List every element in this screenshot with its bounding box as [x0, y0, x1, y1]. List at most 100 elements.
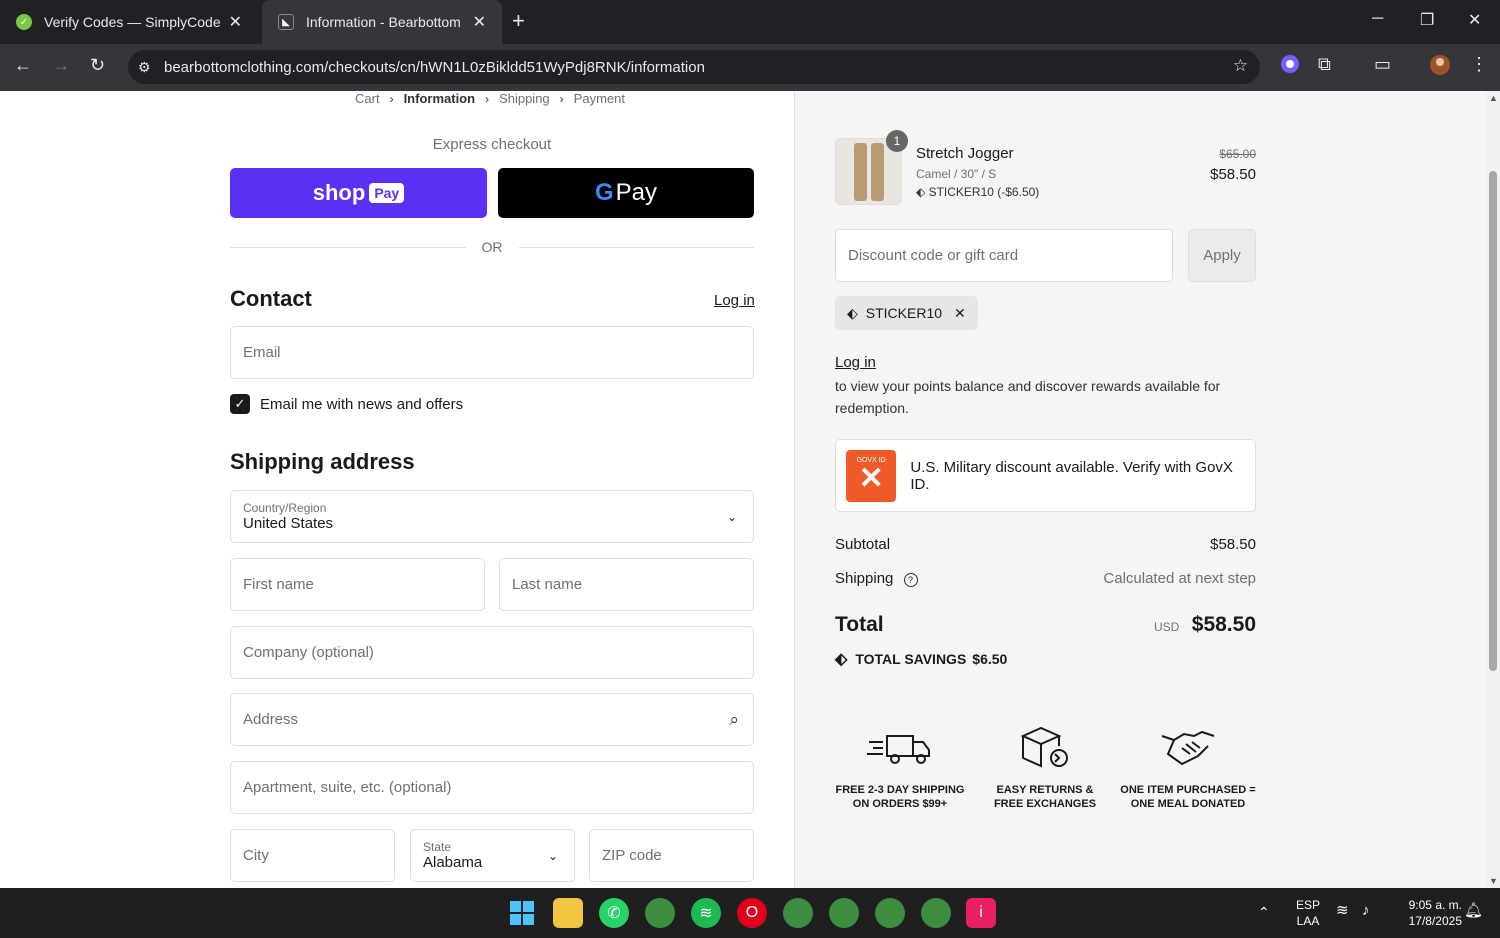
profile-avatar[interactable]: [1429, 54, 1451, 76]
wifi-icon[interactable]: ≋: [1336, 903, 1349, 919]
total-savings: ⬖ TOTAL SAVINGS $6.50: [835, 649, 1007, 669]
window-close-icon[interactable]: ✕: [1468, 10, 1481, 30]
subtotal-value: $58.50: [1210, 536, 1256, 553]
applied-discount-chip: ⬖ STICKER10 ✕: [835, 296, 978, 330]
notification-bell-icon[interactable]: 🔔︎: [1464, 903, 1483, 919]
language-line1: ESP: [1295, 898, 1320, 912]
address-placeholder: Address: [243, 711, 299, 728]
minimize-icon[interactable]: ─: [1372, 10, 1383, 28]
language-indicator[interactable]: ESP LAA: [1292, 897, 1324, 929]
browser-toolbar: ← → ↻ ⚙ bearbottomclothing.com/checkouts…: [0, 44, 1500, 91]
chevron-down-icon: ⌄: [547, 848, 558, 863]
chevron-up-icon[interactable]: ⌃: [1258, 904, 1270, 920]
address-bar[interactable]: ⚙ bearbottomclothing.com/checkouts/cn/hW…: [128, 50, 1260, 84]
question-icon[interactable]: ?: [903, 573, 918, 587]
clock-date: 17/8/2025: [1408, 914, 1462, 928]
newsletter-checkbox-row[interactable]: ✓ Email me with news and offers: [230, 394, 463, 414]
app-icon[interactable]: i: [966, 898, 996, 928]
perk-caption-line2: FREE EXCHANGES: [993, 798, 1097, 810]
subtotal-label: Subtotal: [835, 536, 891, 553]
applied-code: STICKER10: [865, 305, 943, 321]
file-explorer-icon[interactable]: [553, 898, 583, 928]
shop-pay-badge: Pay: [369, 183, 405, 203]
product-discount-text: STICKER10 (-$6.50): [928, 185, 1040, 199]
handshake-icon: [1118, 721, 1258, 775]
address-field[interactable]: Address ⌕: [230, 693, 754, 746]
whatsapp-icon[interactable]: ✆: [599, 898, 629, 928]
clock[interactable]: 9:05 a. m. 17/8/2025: [1394, 897, 1462, 929]
site-info-icon[interactable]: ⚙: [138, 59, 154, 76]
tag-icon: ⬖: [847, 304, 858, 321]
windows-start-icon[interactable]: [507, 898, 537, 928]
bookmark-star-icon[interactable]: ☆: [1233, 56, 1248, 76]
volume-icon[interactable]: ♪: [1362, 903, 1370, 919]
chrome-profile-icon[interactable]: [783, 898, 813, 928]
chrome-profile-icon[interactable]: [829, 898, 859, 928]
google-pay-button[interactable]: G Pay: [498, 168, 754, 218]
chrome-profile-icon[interactable]: [875, 898, 905, 928]
state-select[interactable]: State Alabama ⌄: [410, 829, 575, 882]
extensions-puzzle-icon[interactable]: ⧉: [1318, 54, 1331, 75]
perk-free-shipping: FREE 2-3 DAY SHIPPING ON ORDERS $99+: [830, 721, 970, 811]
shipping-address-heading: Shipping address: [230, 449, 415, 474]
discount-code-field[interactable]: Discount code or gift card: [835, 229, 1173, 282]
checkbox-checked-icon[interactable]: ✓: [230, 394, 250, 414]
tab-close-icon[interactable]: ✕: [229, 12, 242, 32]
side-panel-icon[interactable]: ▭: [1374, 54, 1391, 75]
tab-bearbottom[interactable]: ◣ Information - Bearbottom Cloth ✕: [262, 0, 502, 44]
scroll-up-icon[interactable]: ▲: [1489, 93, 1498, 103]
shipping-value: Calculated at next step: [1103, 570, 1256, 587]
apply-button[interactable]: Apply: [1188, 229, 1256, 282]
new-tab-icon[interactable]: +: [512, 8, 525, 34]
total-label: Total: [835, 613, 884, 636]
back-icon[interactable]: ←: [14, 55, 32, 76]
govx-banner[interactable]: GOVX ID ✕ U.S. Military discount availab…: [835, 439, 1256, 512]
country-value: United States: [243, 515, 334, 532]
url-text[interactable]: bearbottomclothing.com/checkouts/cn/hWN1…: [164, 59, 705, 76]
company-field[interactable]: Company (optional): [230, 626, 754, 679]
zip-field[interactable]: ZIP code: [589, 829, 754, 882]
contact-heading: Contact: [230, 286, 312, 311]
scroll-down-icon[interactable]: ▼: [1489, 876, 1498, 886]
contact-login-link[interactable]: Log in: [714, 292, 755, 309]
scrollbar-thumb[interactable]: [1489, 171, 1497, 671]
box-return-icon: [975, 721, 1115, 775]
restore-icon[interactable]: ❐: [1420, 10, 1434, 30]
bearbottom-favicon-icon: ◣: [278, 14, 294, 30]
menu-kebab-icon[interactable]: ⋮: [1470, 54, 1488, 75]
checkout-form-pane: Cart › Information › Shipping › Payment …: [0, 91, 794, 888]
delivery-truck-icon: [830, 721, 970, 775]
page-scrollbar[interactable]: ▲ ▼: [1486, 91, 1500, 888]
rewards-login-link[interactable]: Log in: [835, 354, 876, 371]
forward-icon[interactable]: →: [52, 55, 70, 76]
chrome-profile-icon[interactable]: [921, 898, 951, 928]
city-field[interactable]: City: [230, 829, 395, 882]
breadcrumb-shipping: Shipping: [499, 91, 550, 106]
extension-icon[interactable]: [1280, 54, 1300, 74]
reload-icon[interactable]: ↻: [90, 55, 105, 76]
tag-icon: ⬖: [916, 185, 926, 199]
country-label: Country/Region: [243, 501, 327, 515]
divider-line: [230, 246, 466, 248]
chevron-down-icon: ⌄: [726, 509, 737, 524]
spotify-icon[interactable]: ≋: [691, 898, 721, 928]
country-select[interactable]: Country/Region United States ⌄: [230, 490, 754, 543]
divider-line: [518, 246, 754, 248]
product-name: Stretch Jogger: [916, 145, 1014, 162]
chrome-icon[interactable]: [645, 898, 675, 928]
tab-close-icon[interactable]: ✕: [473, 12, 486, 32]
simplycodes-favicon-icon: ✓: [16, 14, 32, 30]
apartment-field[interactable]: Apartment, suite, etc. (optional): [230, 761, 754, 814]
opera-icon[interactable]: O: [737, 898, 767, 928]
first-name-field[interactable]: First name: [230, 558, 485, 611]
search-icon[interactable]: ⌕: [729, 710, 739, 730]
chevron-right-icon: ›: [485, 91, 490, 106]
last-name-field[interactable]: Last name: [499, 558, 754, 611]
google-pay-label: Pay: [615, 179, 658, 206]
remove-discount-icon[interactable]: ✕: [954, 305, 966, 322]
tab-simplycodes[interactable]: ✓ Verify Codes — SimplyCodes ✕: [0, 0, 258, 44]
email-field[interactable]: Email: [230, 326, 754, 379]
breadcrumb-cart[interactable]: Cart: [355, 91, 380, 106]
shop-pay-button[interactable]: shop Pay: [230, 168, 487, 218]
shipping-label: Shipping: [835, 570, 894, 587]
